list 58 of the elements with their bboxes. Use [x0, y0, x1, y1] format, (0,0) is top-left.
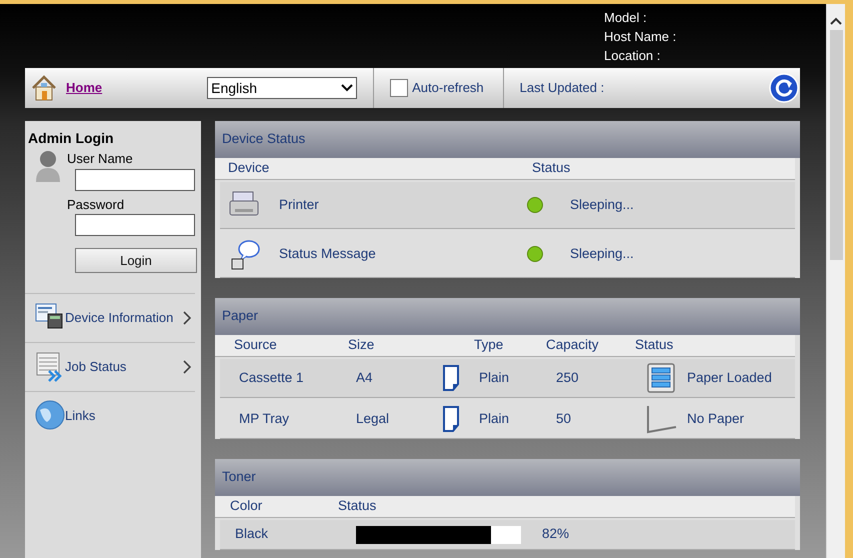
username-label: User Name: [67, 150, 134, 168]
sidebar-item[interactable]: Device Information: [25, 293, 195, 342]
sidebar-item[interactable]: Links: [25, 391, 195, 440]
tray-loaded-icon: [646, 363, 678, 393]
scroll-up-icon[interactable]: [830, 16, 842, 26]
column-header: Status: [338, 497, 378, 516]
password-field[interactable]: [75, 214, 195, 236]
language-select[interactable]: English: [207, 77, 358, 99]
chevron-down-icon: [341, 84, 354, 92]
speech-bubble-icon: [229, 238, 260, 270]
panel-header: Paper: [215, 298, 800, 335]
table-cell-text: Legal: [356, 410, 390, 428]
panel-header: Toner: [215, 459, 800, 496]
status-text: Sleeping...: [570, 196, 635, 214]
paper-sheet-icon: [442, 365, 460, 391]
column-header: Device: [228, 159, 270, 178]
column-header: Type: [474, 336, 504, 354]
globe-icon: [35, 400, 65, 432]
scrollbar-thumb[interactable]: [830, 30, 842, 260]
last-updated-label: Last Updated :: [520, 79, 606, 98]
table-cell-text: Black: [235, 525, 270, 544]
info-label: Model :: [604, 9, 648, 27]
home-link[interactable]: Home: [66, 78, 102, 98]
column-header: Size: [348, 336, 376, 354]
admin-login-title: Admin Login: [28, 129, 115, 148]
scrollbar[interactable]: [826, 4, 845, 558]
login-button[interactable]: Login: [75, 248, 197, 273]
column-header: Source: [234, 336, 278, 354]
house-icon: [30, 74, 58, 102]
panel-header: Device Status: [215, 121, 800, 158]
device-name: Printer: [279, 196, 320, 214]
column-header: Color: [230, 497, 264, 516]
table-cell-text: Plain: [479, 368, 510, 387]
sidebar-item[interactable]: Job Status: [25, 342, 195, 391]
table-cell-text: 250: [556, 368, 580, 387]
paper-sheet-icon: [442, 406, 460, 432]
checkbox[interactable]: [390, 79, 408, 97]
table-cell-text: 82%: [542, 525, 570, 544]
user-silhouette-icon: [33, 149, 63, 183]
table-cell-text: Plain: [479, 410, 510, 428]
info-label: Location :: [604, 47, 662, 65]
table-cell-text: No Paper: [687, 410, 746, 428]
column-header: Status: [635, 336, 674, 354]
auto-refresh-label: Auto-refresh: [412, 79, 484, 98]
info-label: Host Name :: [604, 28, 678, 46]
table-cell-text: A4: [356, 368, 374, 387]
status-text: Sleeping...: [570, 244, 635, 263]
password-label: Password: [67, 196, 126, 214]
username-field[interactable]: [75, 168, 195, 190]
table-cell-text: Cassette 1: [239, 368, 305, 387]
table-cell-text: MP Tray: [239, 410, 290, 428]
column-header: Status: [532, 159, 572, 178]
device-name: Status Message: [279, 244, 377, 263]
table-cell-text: Paper Loaded: [687, 368, 773, 387]
refresh-icon[interactable]: [769, 73, 799, 103]
empty-tray-icon: [646, 404, 678, 434]
column-header: Capacity: [546, 336, 600, 354]
table-cell-text: 50: [556, 410, 572, 428]
